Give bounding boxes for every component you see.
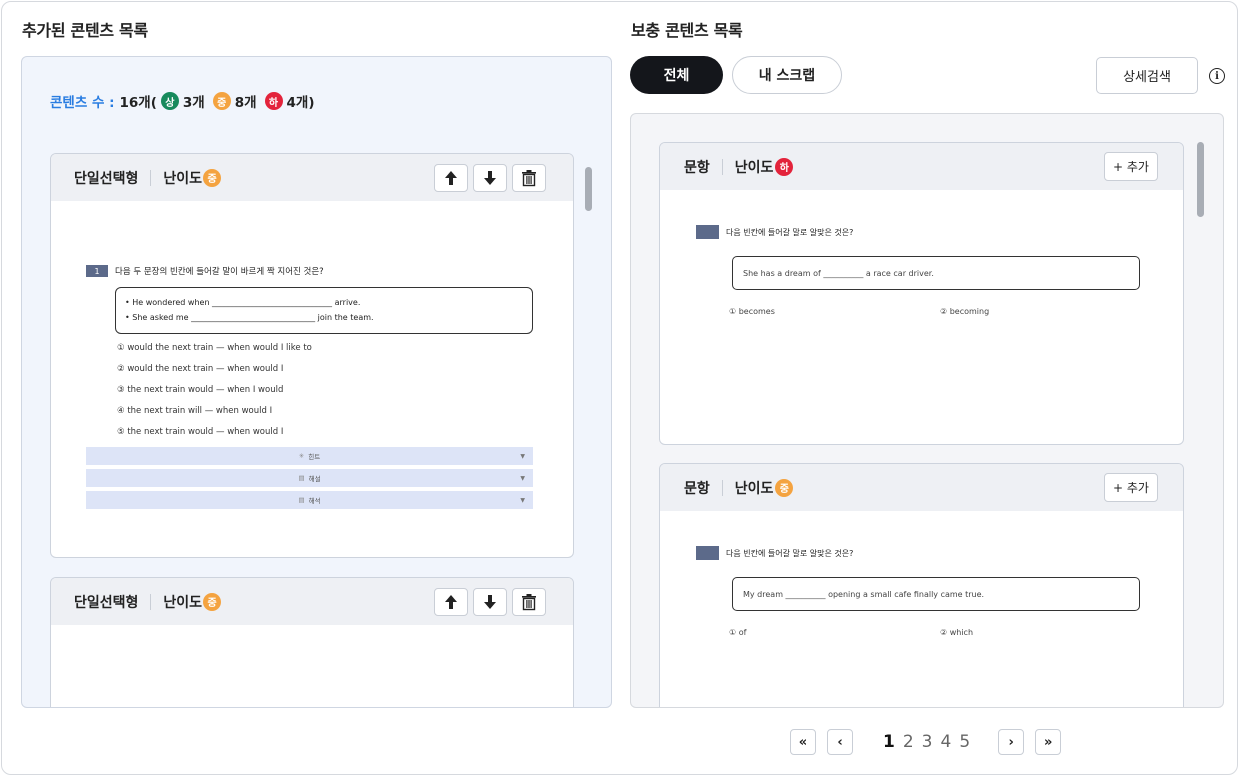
explanation-accordion[interactable]: ▤ 해설 ▼ — [86, 469, 533, 487]
translation-accordion[interactable]: ▤ 해석 ▼ — [86, 491, 533, 509]
box-line: He wondered when _______________________… — [132, 298, 361, 307]
option-4: ④ the next train will — when would I — [117, 406, 273, 416]
box-line: She asked me ___________________________… — [132, 313, 374, 322]
question-text: 다음 두 문장의 빈칸에 들어갈 말이 바르게 짝 지어진 것은? — [115, 267, 324, 277]
chevron-down-icon: ▼ — [520, 452, 525, 460]
supplementary-question-card: 문항 난이도 하 + 추가 다음 빈칸에 들어갈 말로 알맞은 것은? She … — [659, 142, 1184, 445]
hint-accordion[interactable]: ✳ 힌트 ▼ — [86, 447, 533, 465]
difficulty-badge: 중 — [203, 592, 222, 611]
divider — [721, 158, 723, 175]
question-type: 문항 — [684, 159, 710, 176]
move-up-button[interactable] — [434, 164, 468, 192]
option-3: ③ the next train would — when I would — [117, 385, 284, 395]
question-tag — [696, 225, 719, 239]
chevron-down-icon: ▼ — [520, 474, 525, 482]
prev-page-button[interactable]: ‹ — [827, 729, 853, 755]
move-down-button[interactable] — [473, 588, 507, 616]
detail-search-button[interactable]: 상세검색 — [1096, 57, 1198, 94]
option-2: ② becoming — [940, 307, 990, 316]
page-2[interactable]: 2 — [903, 732, 914, 752]
difficulty-low-badge: 하 — [264, 92, 283, 110]
added-question-card: 단일선택형 난이도 중 1 다음 두 문장의 빈칸에 들어갈 말이 바르게 짝 … — [50, 153, 574, 558]
content-count: 콘텐츠 수 : 16개( 상 3개 중 8개 하 4개) — [50, 91, 315, 111]
page-3[interactable]: 3 — [922, 732, 933, 752]
count-label: 콘텐츠 수 : — [50, 95, 115, 111]
delete-button[interactable] — [512, 588, 546, 616]
scrollbar-thumb[interactable] — [585, 167, 592, 211]
page-5[interactable]: 5 — [959, 732, 970, 752]
option-2: ② would the next train — when would I — [117, 364, 284, 374]
low-count: 4개) — [286, 95, 315, 111]
high-count: 3개 — [182, 95, 205, 111]
difficulty-label: 난이도 — [163, 170, 203, 187]
translation-icon: ▤ — [298, 496, 305, 504]
question-type: 단일선택형 — [74, 594, 139, 611]
option-5: ⑤ the next train would — when would I — [117, 427, 284, 437]
supplementary-contents-panel: 문항 난이도 하 + 추가 다음 빈칸에 들어갈 말로 알맞은 것은? She … — [630, 113, 1224, 708]
added-question-card: 단일선택형 난이도 중 — [50, 577, 574, 707]
option-1: ① of — [729, 628, 747, 637]
last-page-button[interactable]: » — [1035, 729, 1062, 755]
added-contents-title: 추가된 콘텐츠 목록 — [22, 21, 148, 40]
divider — [721, 479, 723, 496]
info-icon[interactable]: i — [1209, 68, 1225, 84]
pagination: « ‹ 1 2 3 4 5 › » — [790, 729, 1062, 755]
next-page-button[interactable]: › — [998, 729, 1025, 755]
arrow-up-icon — [445, 595, 457, 609]
question-body: 1 다음 두 문장의 빈칸에 들어갈 말이 바르게 짝 지어진 것은? • He… — [51, 201, 573, 557]
question-box: • He wondered when _____________________… — [115, 287, 533, 334]
difficulty-label: 난이도 — [163, 594, 203, 611]
arrow-down-icon — [484, 595, 496, 609]
lightbulb-icon: ✳ — [298, 452, 305, 460]
trash-icon — [522, 170, 536, 187]
arrow-down-icon — [484, 171, 496, 185]
page-4[interactable]: 4 — [941, 732, 952, 752]
added-contents-panel: 콘텐츠 수 : 16개( 상 3개 중 8개 하 4개) 단일선택형 난이도 중 — [21, 56, 612, 708]
supplementary-contents-title: 보충 콘텐츠 목록 — [631, 21, 743, 40]
sentence-box: She has a dream of __________ a race car… — [732, 256, 1140, 290]
mid-count: 8개 — [234, 95, 257, 111]
tab-all[interactable]: 전체 — [630, 56, 723, 94]
translation-label: 해석 — [308, 497, 321, 505]
difficulty-badge: 중 — [775, 478, 794, 497]
card-tools — [434, 588, 546, 616]
difficulty-badge: 하 — [775, 157, 794, 176]
question-text: 다음 빈칸에 들어갈 말로 알맞은 것은? — [726, 549, 854, 558]
question-number: 1 — [86, 265, 108, 277]
question-type: 문항 — [684, 480, 710, 497]
question-type: 단일선택형 — [74, 170, 139, 187]
question-text: 다음 빈칸에 들어갈 말로 알맞은 것은? — [726, 228, 854, 237]
difficulty-mid-badge: 중 — [212, 92, 231, 110]
move-down-button[interactable] — [473, 164, 507, 192]
chevron-down-icon: ▼ — [520, 496, 525, 504]
option-2: ② which — [940, 628, 974, 637]
option-1: ① would the next train — when would I li… — [117, 343, 312, 353]
trash-icon — [522, 594, 536, 611]
page-1[interactable]: 1 — [883, 732, 895, 752]
sentence-box: My dream __________ opening a small cafe… — [732, 577, 1140, 611]
difficulty-badge: 중 — [203, 168, 222, 187]
divider — [150, 593, 152, 610]
arrow-up-icon — [445, 171, 457, 185]
option-1: ① becomes — [729, 307, 775, 316]
difficulty-high-badge: 상 — [160, 92, 179, 110]
document-icon: ▤ — [298, 474, 305, 482]
add-button[interactable]: + 추가 — [1104, 473, 1158, 502]
move-up-button[interactable] — [434, 588, 468, 616]
hint-label: 힌트 — [308, 453, 321, 461]
card-tools — [434, 164, 546, 192]
count-total: 16개( — [119, 95, 157, 111]
supplementary-question-card: 문항 난이도 중 + 추가 다음 빈칸에 들어갈 말로 알맞은 것은? My d… — [659, 463, 1184, 707]
add-button[interactable]: + 추가 — [1104, 152, 1158, 181]
scrollbar-thumb[interactable] — [1197, 142, 1204, 217]
first-page-button[interactable]: « — [790, 729, 816, 755]
question-tag — [696, 546, 719, 560]
difficulty-label: 난이도 — [734, 159, 774, 176]
explanation-label: 해설 — [308, 475, 321, 483]
divider — [150, 169, 152, 186]
difficulty-label: 난이도 — [734, 480, 774, 497]
tab-my-scrap[interactable]: 내 스크랩 — [732, 56, 842, 94]
delete-button[interactable] — [512, 164, 546, 192]
content-tabs: 전체 내 스크랩 — [630, 56, 842, 94]
